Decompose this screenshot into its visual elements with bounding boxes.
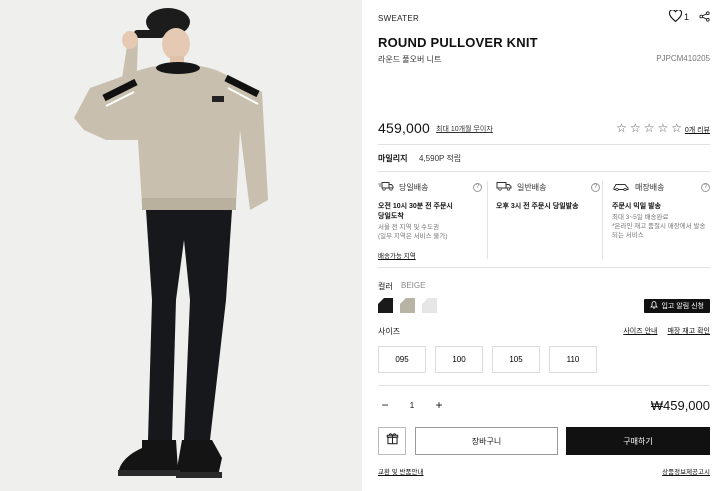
product-category: SWEATER — [378, 14, 420, 23]
buy-now-button[interactable]: 구매하기 — [566, 427, 710, 455]
product-actions: 1 — [668, 9, 710, 24]
shipping-line: 오후 3시 전 주문시 당일발송 — [496, 203, 579, 210]
share-icon[interactable] — [699, 10, 710, 24]
mileage-value: 4,590P 적립 — [419, 154, 462, 163]
star-icon: ☆ — [629, 121, 641, 135]
size-options: 095 100 105 110 — [378, 346, 597, 373]
size-option[interactable]: 095 — [378, 346, 426, 373]
size-links: 사이즈 안내 매장 재고 확인 — [623, 326, 710, 336]
reviews-link[interactable]: 0개 리뷰 — [685, 125, 710, 135]
shipping-note: *온라인 재고 품절시 매장에서 발송되는 서비스 — [612, 223, 706, 239]
total-price: ₩459,000 — [650, 398, 710, 413]
rating-stars: ☆ ☆ ☆ ☆ ☆ — [616, 121, 682, 135]
color-swatch-beige[interactable] — [400, 298, 415, 313]
mileage-label: 마일리지 — [378, 154, 408, 163]
gift-button[interactable] — [378, 427, 406, 455]
star-icon: ☆ — [643, 121, 655, 135]
shipping-store: 매장배송 ? 주문시 익일 발송 최대 3~5일 배송완료 *온라인 재고 품절… — [612, 180, 710, 262]
color-swatch-white[interactable] — [422, 298, 437, 313]
color-swatch-black[interactable] — [378, 298, 393, 313]
shipping-title: 당일배송 — [399, 182, 429, 192]
quantity-decrease-button[interactable]: − — [378, 398, 392, 412]
shipping-line: 오전 10시 30분 전 주문시 — [378, 203, 453, 210]
star-icon: ☆ — [616, 121, 627, 135]
add-to-cart-button[interactable]: 장바구니 — [415, 427, 558, 455]
shipping-standard: 일반배송 ? 오후 3시 전 주문시 당일발송 — [496, 180, 600, 262]
color-label: 컬러 — [378, 282, 393, 291]
product-info-panel: SWEATER 1 ROUND PULLOVER KNIT 라운드 풀오버 니트… — [378, 0, 710, 491]
exchange-return-link[interactable]: 교환 및 반품안내 — [378, 466, 423, 476]
shipping-line: 당일도착 — [378, 213, 404, 220]
gift-icon — [386, 432, 399, 450]
like-button[interactable]: 1 — [668, 9, 689, 24]
product-price: 459,000 — [378, 120, 431, 136]
size-option[interactable]: 110 — [549, 346, 597, 373]
size-option[interactable]: 105 — [492, 346, 540, 373]
divider — [378, 385, 710, 386]
product-code: PJPCM410205 — [656, 54, 710, 63]
quantity-value[interactable]: 1 — [392, 401, 432, 410]
color-swatches — [378, 298, 437, 313]
quantity-increase-button[interactable]: + — [432, 398, 446, 412]
star-icon: ☆ — [671, 121, 682, 135]
installment-link[interactable]: 최대 10개월 무이자 — [436, 124, 493, 134]
product-info-notice-link[interactable]: 상품정보제공고시 — [662, 466, 710, 476]
store-stock-link[interactable]: 매장 재고 확인 — [667, 326, 710, 336]
divider — [378, 267, 710, 268]
product-subtitle: 라운드 풀오버 니트 — [378, 55, 442, 64]
quantity-stepper: − 1 + — [378, 398, 446, 412]
shipping-note: 최대 3~5일 배송완료 — [612, 214, 669, 221]
size-option[interactable]: 100 — [435, 346, 483, 373]
store-car-icon — [612, 181, 630, 193]
like-count: 1 — [683, 12, 689, 22]
shipping-title: 일반배송 — [517, 182, 547, 192]
shipping-area-link[interactable]: 배송가능 지역 — [378, 250, 416, 260]
shipping-line: 주문시 익일 발송 — [612, 203, 661, 210]
product-image — [0, 0, 362, 491]
star-icon: ☆ — [657, 121, 669, 135]
divider — [378, 171, 710, 172]
bell-icon — [650, 301, 659, 311]
product-title: ROUND PULLOVER KNIT — [378, 35, 538, 50]
question-icon[interactable]: ? — [701, 182, 710, 192]
truck-icon — [496, 181, 512, 193]
truck-fast-icon — [378, 181, 394, 193]
restock-alert-button[interactable]: 입고 알림 신청 — [644, 299, 710, 313]
divider — [378, 144, 710, 145]
question-icon[interactable]: ? — [591, 182, 600, 192]
shipping-title: 매장배송 — [635, 182, 665, 192]
divider — [602, 181, 603, 259]
color-selected: BEIGE — [401, 281, 426, 290]
heart-icon — [668, 9, 682, 24]
question-icon[interactable]: ? — [473, 182, 482, 192]
divider — [487, 181, 488, 259]
shipping-note: 서울 전 지역 및 수도권 — [378, 224, 440, 231]
size-label: 사이즈 — [378, 327, 401, 336]
size-guide-link[interactable]: 사이즈 안내 — [623, 326, 657, 336]
shipping-note: (일부 지역은 서비스 불가) — [378, 233, 448, 240]
restock-label: 입고 알림 신청 — [661, 303, 704, 310]
